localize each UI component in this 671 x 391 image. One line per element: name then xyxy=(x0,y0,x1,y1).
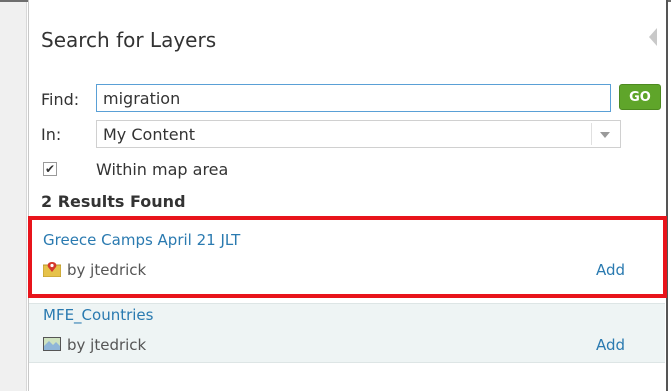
chevron-down-icon xyxy=(600,132,610,138)
result-item: MFE_Countries by jtedrick Add xyxy=(29,303,665,363)
collapse-panel-icon[interactable] xyxy=(649,28,657,46)
map-layer-icon xyxy=(43,336,61,352)
content-source-select[interactable]: My Content xyxy=(96,120,621,148)
search-layers-panel: Search for Layers Find: GO In: My Conten… xyxy=(28,0,668,391)
results-count: 2 Results Found xyxy=(41,192,186,211)
within-map-label: Within map area xyxy=(96,160,229,179)
result-owner: by jtedrick xyxy=(67,336,147,354)
search-input[interactable] xyxy=(96,84,611,112)
panel-title: Search for Layers xyxy=(41,28,217,52)
add-link[interactable]: Add xyxy=(596,336,625,354)
highlight-annotation xyxy=(28,216,667,298)
result-title-link[interactable]: MFE_Countries xyxy=(43,306,153,324)
in-label: In: xyxy=(41,125,62,144)
select-value: My Content xyxy=(103,125,195,144)
within-map-checkbox[interactable]: ✔ xyxy=(43,162,57,176)
find-label: Find: xyxy=(41,90,80,109)
left-sidebar-strip xyxy=(0,0,27,391)
select-divider xyxy=(591,123,592,145)
results-empty-area xyxy=(29,364,665,391)
go-button[interactable]: GO xyxy=(619,84,661,110)
